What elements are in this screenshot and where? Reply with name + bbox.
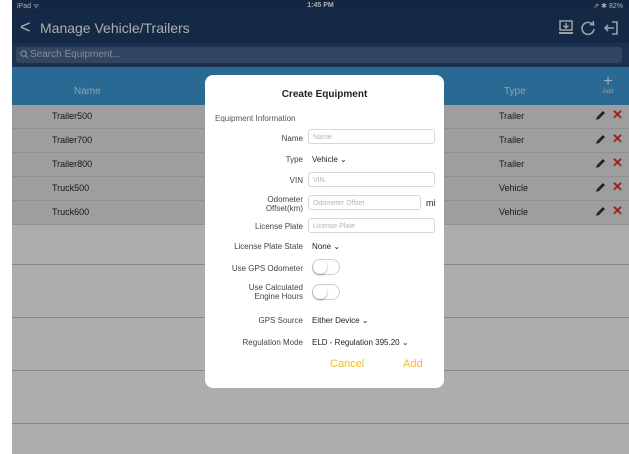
engine-hours-label-line1: Use Calculated — [248, 283, 303, 292]
name-label: Name — [281, 134, 303, 143]
cancel-button[interactable]: Cancel — [330, 358, 364, 370]
gps-source-label: GPS Source — [258, 316, 303, 325]
chevron-down-icon: ⌄ — [340, 155, 347, 164]
create-equipment-dialog: Create Equipment Equipment Information N… — [205, 75, 444, 388]
odometer-placeholder: Odometer Offset — [313, 200, 365, 207]
odometer-label-line2: Offset(km) — [265, 204, 303, 213]
gps-source-dropdown[interactable]: Either Device ⌄ — [312, 316, 369, 325]
odometer-label-line1: Odometer — [267, 195, 303, 204]
odometer-label: Odometer Offset(km) — [205, 195, 303, 213]
license-plate-input[interactable]: License Plate — [308, 218, 435, 233]
name-input[interactable]: Name — [308, 129, 435, 144]
regulation-mode-dropdown[interactable]: ELD - Regulation 395.20 ⌄ — [312, 338, 409, 347]
engine-hours-label: Use Calculated Engine Hours — [205, 283, 303, 301]
toggle-knob — [313, 285, 327, 299]
engine-hours-label-line2: Engine Hours — [254, 292, 303, 301]
license-plate-placeholder: License Plate — [313, 223, 356, 230]
plate-state-dropdown[interactable]: None ⌄ — [312, 242, 340, 251]
plate-state-label: License Plate State — [234, 242, 303, 251]
type-dropdown[interactable]: Vehicle ⌄ — [312, 155, 347, 164]
chevron-down-icon: ⌄ — [361, 316, 369, 325]
vin-input[interactable]: VIN — [308, 172, 435, 187]
add-button[interactable]: Add — [403, 358, 423, 370]
vin-placeholder: VIN — [313, 177, 325, 184]
odometer-offset-input[interactable]: Odometer Offset — [308, 195, 421, 210]
chevron-down-icon: ⌄ — [401, 338, 409, 347]
gps-odometer-label: Use GPS Odometer — [231, 264, 303, 273]
engine-hours-toggle[interactable] — [312, 284, 340, 300]
gps-odometer-toggle[interactable] — [312, 259, 340, 275]
toggle-knob — [313, 260, 327, 274]
regulation-mode-value: ELD - Regulation 395.20 — [312, 338, 400, 347]
dialog-title: Create Equipment — [281, 89, 368, 100]
plate-state-value: None — [312, 242, 332, 251]
vin-label: VIN — [289, 176, 303, 185]
name-placeholder: Name — [313, 134, 332, 141]
type-value: Vehicle — [312, 155, 338, 164]
odometer-unit: mi — [426, 198, 436, 208]
gps-source-value: Either Device — [312, 316, 360, 325]
ipad-screen: iPad ᯤ 1:45 PM ⇗ ✱ 82% < Manage Vehicle/… — [12, 0, 629, 454]
type-label: Type — [285, 155, 303, 164]
chevron-down-icon: ⌄ — [333, 242, 341, 251]
license-plate-label: License Plate — [254, 222, 303, 231]
regulation-mode-label: Regulation Mode — [242, 338, 303, 347]
section-heading: Equipment Information — [215, 114, 296, 123]
